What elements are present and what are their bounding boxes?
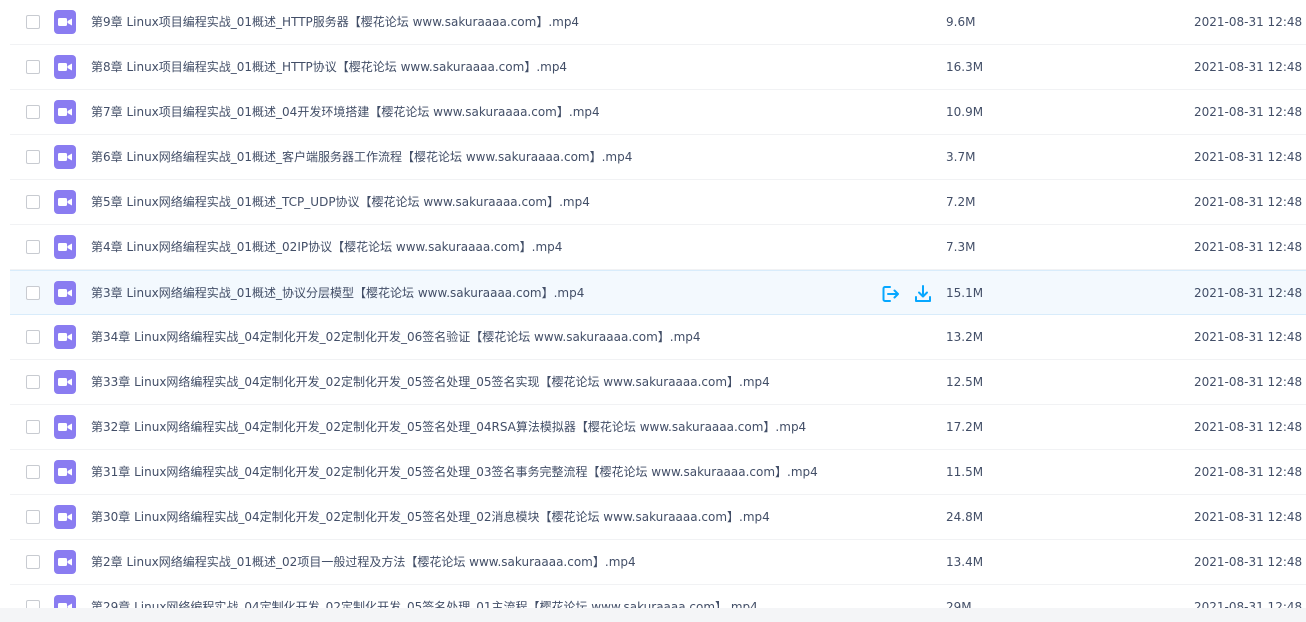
video-icon: [54, 281, 76, 305]
file-size: 17.2M: [946, 420, 984, 434]
file-name[interactable]: 第34章 Linux网络编程实战_04定制化开发_02定制化开发_06签名验证【…: [91, 315, 701, 359]
video-icon: [54, 235, 76, 259]
row-checkbox[interactable]: [26, 195, 40, 209]
row-checkbox[interactable]: [26, 555, 40, 569]
file-size: 29M: [946, 600, 972, 608]
video-icon: [54, 370, 76, 394]
row-checkbox[interactable]: [26, 60, 40, 74]
modified-date: 2021-08-31 12:48: [1194, 15, 1303, 29]
video-icon: [54, 550, 76, 574]
file-row[interactable]: 第5章 Linux网络编程实战_01概述_TCP_UDP协议【樱花论坛 www.…: [10, 180, 1306, 225]
file-name[interactable]: 第30章 Linux网络编程实战_04定制化开发_02定制化开发_05签名处理_…: [91, 495, 770, 539]
video-icon: [54, 415, 76, 439]
file-name[interactable]: 第32章 Linux网络编程实战_04定制化开发_02定制化开发_05签名处理_…: [91, 405, 806, 449]
file-row[interactable]: 第2章 Linux网络编程实战_01概述_02项目一般过程及方法【樱花论坛 ww…: [10, 540, 1306, 585]
file-list: 第9章 Linux项目编程实战_01概述_HTTP服务器【樱花论坛 www.sa…: [10, 0, 1306, 608]
modified-date: 2021-08-31 12:48: [1194, 375, 1303, 389]
modified-date: 2021-08-31 12:48: [1194, 105, 1303, 119]
file-row[interactable]: 第31章 Linux网络编程实战_04定制化开发_02定制化开发_05签名处理_…: [10, 450, 1306, 495]
file-name[interactable]: 第33章 Linux网络编程实战_04定制化开发_02定制化开发_05签名处理_…: [91, 360, 770, 404]
file-name[interactable]: 第5章 Linux网络编程实战_01概述_TCP_UDP协议【樱花论坛 www.…: [91, 180, 590, 224]
file-name[interactable]: 第2章 Linux网络编程实战_01概述_02项目一般过程及方法【樱花论坛 ww…: [91, 540, 636, 584]
row-checkbox[interactable]: [26, 150, 40, 164]
file-size: 10.9M: [946, 105, 984, 119]
file-name[interactable]: 第7章 Linux项目编程实战_01概述_04开发环境搭建【樱花论坛 www.s…: [91, 90, 600, 134]
row-checkbox[interactable]: [26, 420, 40, 434]
horizontal-scrollbar[interactable]: [0, 608, 1306, 622]
file-row[interactable]: 第29章 Linux网络编程实战_04定制化开发_02定制化开发_05签名处理_…: [10, 585, 1306, 608]
modified-date: 2021-08-31 12:48: [1194, 600, 1303, 608]
row-checkbox[interactable]: [26, 240, 40, 254]
video-icon: [54, 10, 76, 34]
file-size: 24.8M: [946, 510, 984, 524]
row-checkbox[interactable]: [26, 510, 40, 524]
modified-date: 2021-08-31 12:48: [1194, 195, 1303, 209]
file-name[interactable]: 第6章 Linux网络编程实战_01概述_客户端服务器工作流程【樱花论坛 www…: [91, 135, 632, 179]
share-icon[interactable]: [880, 283, 902, 305]
file-row[interactable]: 第8章 Linux项目编程实战_01概述_HTTP协议【樱花论坛 www.sak…: [10, 45, 1306, 90]
download-icon[interactable]: [912, 283, 934, 305]
file-size: 9.6M: [946, 15, 976, 29]
file-size: 13.2M: [946, 330, 984, 344]
file-name[interactable]: 第29章 Linux网络编程实战_04定制化开发_02定制化开发_05签名处理_…: [91, 585, 758, 608]
file-row[interactable]: 第33章 Linux网络编程实战_04定制化开发_02定制化开发_05签名处理_…: [10, 360, 1306, 405]
file-name[interactable]: 第9章 Linux项目编程实战_01概述_HTTP服务器【樱花论坛 www.sa…: [91, 0, 579, 44]
row-checkbox[interactable]: [26, 286, 40, 300]
file-name[interactable]: 第3章 Linux网络编程实战_01概述_协议分层模型【樱花论坛 www.sak…: [91, 271, 584, 315]
file-row[interactable]: 第3章 Linux网络编程实战_01概述_协议分层模型【樱花论坛 www.sak…: [10, 270, 1306, 315]
file-size: 7.2M: [946, 195, 976, 209]
modified-date: 2021-08-31 12:48: [1194, 240, 1303, 254]
video-icon: [54, 505, 76, 529]
video-icon: [54, 100, 76, 124]
file-size: 15.1M: [946, 286, 984, 300]
modified-date: 2021-08-31 12:48: [1194, 60, 1303, 74]
row-checkbox[interactable]: [26, 465, 40, 479]
modified-date: 2021-08-31 12:48: [1194, 286, 1303, 300]
file-size: 13.4M: [946, 555, 984, 569]
row-checkbox[interactable]: [26, 330, 40, 344]
video-icon: [54, 595, 76, 608]
file-row[interactable]: 第6章 Linux网络编程实战_01概述_客户端服务器工作流程【樱花论坛 www…: [10, 135, 1306, 180]
row-checkbox[interactable]: [26, 375, 40, 389]
file-row[interactable]: 第30章 Linux网络编程实战_04定制化开发_02定制化开发_05签名处理_…: [10, 495, 1306, 540]
modified-date: 2021-08-31 12:48: [1194, 420, 1303, 434]
file-name[interactable]: 第8章 Linux项目编程实战_01概述_HTTP协议【樱花论坛 www.sak…: [91, 45, 567, 89]
file-size: 11.5M: [946, 465, 984, 479]
file-name[interactable]: 第4章 Linux网络编程实战_01概述_02IP协议【樱花论坛 www.sak…: [91, 225, 562, 269]
video-icon: [54, 55, 76, 79]
file-size: 7.3M: [946, 240, 976, 254]
video-icon: [54, 145, 76, 169]
row-checkbox[interactable]: [26, 600, 40, 608]
modified-date: 2021-08-31 12:48: [1194, 330, 1303, 344]
file-size: 3.7M: [946, 150, 976, 164]
modified-date: 2021-08-31 12:48: [1194, 150, 1303, 164]
video-icon: [54, 460, 76, 484]
file-row[interactable]: 第4章 Linux网络编程实战_01概述_02IP协议【樱花论坛 www.sak…: [10, 225, 1306, 270]
row-checkbox[interactable]: [26, 15, 40, 29]
file-size: 16.3M: [946, 60, 984, 74]
video-icon: [54, 190, 76, 214]
modified-date: 2021-08-31 12:48: [1194, 555, 1303, 569]
file-row[interactable]: 第7章 Linux项目编程实战_01概述_04开发环境搭建【樱花论坛 www.s…: [10, 90, 1306, 135]
modified-date: 2021-08-31 12:48: [1194, 510, 1303, 524]
file-size: 12.5M: [946, 375, 984, 389]
file-row[interactable]: 第32章 Linux网络编程实战_04定制化开发_02定制化开发_05签名处理_…: [10, 405, 1306, 450]
file-row[interactable]: 第34章 Linux网络编程实战_04定制化开发_02定制化开发_06签名验证【…: [10, 315, 1306, 360]
row-checkbox[interactable]: [26, 105, 40, 119]
file-name[interactable]: 第31章 Linux网络编程实战_04定制化开发_02定制化开发_05签名处理_…: [91, 450, 818, 494]
file-row[interactable]: 第9章 Linux项目编程实战_01概述_HTTP服务器【樱花论坛 www.sa…: [10, 0, 1306, 45]
modified-date: 2021-08-31 12:48: [1194, 465, 1303, 479]
video-icon: [54, 325, 76, 349]
